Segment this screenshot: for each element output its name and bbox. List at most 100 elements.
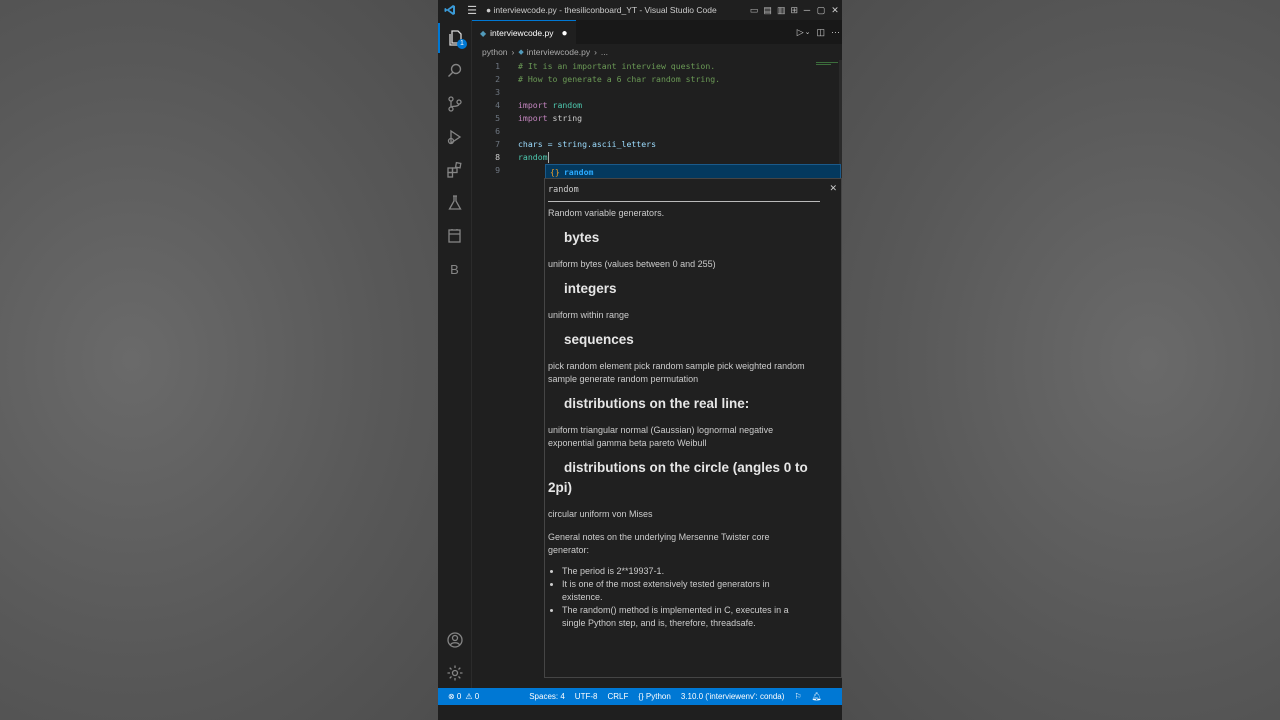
- line-number: 6: [495, 126, 500, 136]
- code-line: 5 import string: [472, 112, 842, 125]
- problems-warnings[interactable]: ⚠ 0: [465, 692, 479, 701]
- code-module: random: [552, 100, 583, 110]
- layout-editor-icon[interactable]: ▥: [777, 5, 786, 16]
- window-bottom-edge: [438, 705, 842, 720]
- code-text: # It is an important interview question.: [518, 61, 716, 71]
- search-icon[interactable]: [438, 56, 471, 86]
- layout-custom-icon[interactable]: ⊞: [790, 5, 798, 16]
- vscode-logo-icon: [438, 0, 462, 20]
- layout-panel-icon[interactable]: ▭: [750, 5, 759, 16]
- background-right: [842, 0, 1280, 720]
- vscode-window: ☰ ● interviewcode.py - thesiliconboard_Y…: [438, 0, 842, 720]
- line-number: 2: [495, 74, 500, 84]
- close-icon[interactable]: ✕: [829, 183, 837, 194]
- extensions-icon[interactable]: [438, 155, 471, 185]
- language-mode-status[interactable]: {} Python: [638, 692, 670, 701]
- docs-bullet-list: The period is 2**19937-1. It is one of t…: [548, 565, 810, 630]
- code-line: 6: [472, 125, 842, 138]
- layout-sidebar-icon[interactable]: ▤: [763, 5, 772, 16]
- b-extension-icon[interactable]: B: [438, 254, 471, 284]
- breadcrumb-folder[interactable]: python: [482, 47, 508, 57]
- code-text: # How to generate a 6 char random string…: [518, 74, 721, 84]
- unsaved-dot-icon[interactable]: ●: [561, 28, 567, 39]
- testing-icon[interactable]: [438, 188, 471, 218]
- encoding-status[interactable]: UTF-8: [575, 692, 598, 701]
- run-file-icon[interactable]: ▷: [797, 27, 804, 38]
- line-number: 5: [495, 113, 500, 123]
- docs-heading: sequences: [564, 332, 634, 347]
- breadcrumb-more[interactable]: ...: [601, 47, 608, 57]
- text-cursor: [547, 152, 549, 163]
- docs-bullet: It is one of the most extensively tested…: [562, 578, 810, 604]
- hamburger-menu-icon[interactable]: ☰: [462, 4, 482, 17]
- docs-bullet: The random() method is implemented in C,…: [562, 604, 810, 630]
- code-keyword: import: [518, 100, 548, 110]
- docs-notes: General notes on the underlying Mersenne…: [548, 532, 770, 555]
- docs-paragraph: pick random element pick random sample p…: [548, 361, 805, 384]
- split-editor-icon[interactable]: ◫: [816, 27, 825, 38]
- settings-gear-icon[interactable]: [438, 658, 471, 688]
- explorer-badge: 1: [457, 39, 467, 49]
- suggestion-label: random: [563, 166, 594, 177]
- python-file-icon: ◆: [518, 49, 524, 56]
- code-text: chars = string.ascii_letters: [518, 139, 657, 149]
- close-window-button[interactable]: ✕: [828, 5, 842, 16]
- tab-interviewcode[interactable]: ◆ interviewcode.py ●: [472, 20, 576, 45]
- background-left: [0, 0, 438, 720]
- tab-bar: ◆ interviewcode.py ● ▷ ⌄ ◫ ···: [472, 20, 842, 45]
- minimap[interactable]: [816, 62, 838, 66]
- docs-bullet: The period is 2**19937-1.: [562, 565, 810, 578]
- docs-paragraph: circular uniform von Mises: [548, 509, 653, 519]
- chevron-right-icon: ›: [594, 47, 597, 57]
- more-actions-icon[interactable]: ···: [831, 27, 840, 37]
- source-control-icon[interactable]: [438, 89, 471, 119]
- feedback-icon[interactable]: ⚐: [794, 692, 801, 701]
- code-line: 7 chars = string.ascii_letters: [472, 138, 842, 151]
- line-number: 8: [495, 152, 500, 162]
- docs-heading: distributions on the circle (angles 0 to…: [548, 460, 808, 495]
- eol-status[interactable]: CRLF: [607, 692, 628, 701]
- run-dropdown-chevron-icon[interactable]: ⌄: [805, 28, 811, 36]
- module-symbol-icon: {}: [550, 166, 560, 177]
- problems-errors[interactable]: ⊗ 0: [448, 692, 461, 701]
- python-file-icon: ◆: [480, 28, 487, 38]
- remote-explorer-icon[interactable]: [438, 221, 471, 251]
- code-line: 2 # How to generate a 6 char random stri…: [472, 73, 842, 86]
- docs-header: random: [548, 179, 820, 202]
- line-number: 7: [495, 139, 500, 149]
- docs-paragraph: uniform triangular normal (Gaussian) log…: [548, 425, 774, 448]
- line-number: 4: [495, 100, 500, 110]
- docs-heading: bytes: [564, 230, 600, 245]
- window-title: ● interviewcode.py - thesiliconboard_YT …: [486, 5, 717, 15]
- docs-heading: integers: [564, 281, 617, 296]
- tab-label: interviewcode.py: [490, 28, 554, 38]
- docs-paragraph: uniform within range: [548, 310, 630, 320]
- line-number: 3: [495, 87, 500, 97]
- docs-body: Random variable generators. bytes unifor…: [548, 207, 810, 630]
- docs-intro: Random variable generators.: [548, 208, 665, 218]
- chevron-right-icon: ›: [511, 47, 515, 57]
- breadcrumb: python › ◆ interviewcode.py › ...: [472, 44, 842, 60]
- docs-heading: distributions on the real line:: [564, 396, 750, 411]
- code-line: 3: [472, 86, 842, 99]
- explorer-icon[interactable]: 1: [438, 23, 471, 53]
- run-debug-icon[interactable]: [438, 122, 471, 152]
- notifications-bell-icon[interactable]: 🔔︎: [812, 692, 822, 701]
- accounts-icon[interactable]: [438, 625, 471, 655]
- line-number: 1: [495, 61, 500, 71]
- maximize-button[interactable]: ▢: [814, 5, 828, 16]
- code-line-current: 8 random: [472, 151, 842, 164]
- code-module: string: [552, 113, 583, 123]
- suggestion-item[interactable]: {} random: [545, 164, 841, 179]
- python-interpreter-status[interactable]: 3.10.0 ('interviewenv': conda): [681, 692, 785, 701]
- code-keyword: import: [518, 113, 548, 123]
- activity-bar: 1 B: [438, 20, 472, 688]
- title-bar: ☰ ● interviewcode.py - thesiliconboard_Y…: [438, 0, 842, 20]
- breadcrumb-file[interactable]: interviewcode.py: [527, 47, 590, 57]
- suggestion-docs-panel: random ✕ Random variable generators. byt…: [544, 178, 842, 678]
- docs-paragraph: uniform bytes (values between 0 and 255): [548, 259, 716, 269]
- line-number: 9: [495, 165, 500, 175]
- code-line: 1 # It is an important interview questio…: [472, 60, 842, 73]
- indentation-status[interactable]: Spaces: 4: [529, 692, 565, 701]
- minimize-button[interactable]: ─: [800, 5, 814, 16]
